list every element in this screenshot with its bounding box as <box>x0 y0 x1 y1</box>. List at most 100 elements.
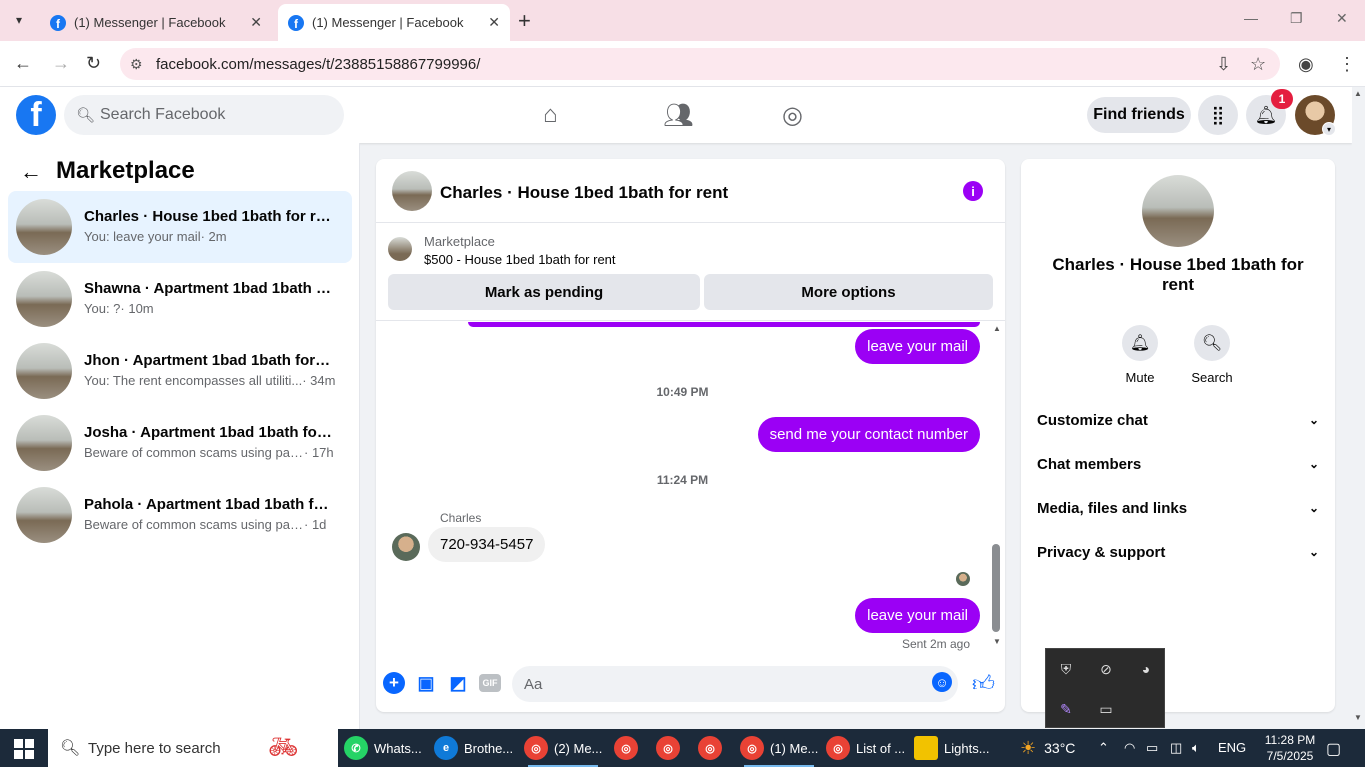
conversation-item[interactable]: Pahola · Apartment 1bad 1bath for... Bew… <box>8 479 352 551</box>
chat-members-section[interactable]: Chat members ⌄ <box>1037 446 1319 482</box>
chrome-icon: ◎ <box>826 736 850 760</box>
preview-time: · 17h <box>304 445 334 460</box>
message-input[interactable]: Aa <box>512 666 958 702</box>
browser-menu-icon[interactable]: ⋮ <box>1338 54 1356 75</box>
reload-button[interactable]: ↻ <box>86 53 101 74</box>
action-center-icon[interactable]: ▢ <box>1326 739 1341 759</box>
info-icon[interactable]: i <box>963 181 983 201</box>
friends-icon[interactable]: 👥︎ <box>663 101 693 130</box>
close-tab-icon[interactable]: ✕ <box>488 14 500 31</box>
taskbar-app-label: List of ... <box>856 740 906 756</box>
search-action[interactable]: 🔍︎ Search <box>1182 325 1242 385</box>
profile-icon[interactable]: ◉ <box>1298 54 1314 75</box>
conversation-item[interactable]: Shawna · Apartment 1bad 1bath fo... You:… <box>8 263 352 335</box>
emoji-icon[interactable]: ☺ <box>932 672 952 692</box>
windows-start-icon[interactable] <box>14 739 34 759</box>
taskbar-app-chrome[interactable]: ◎ List of ... <box>826 729 905 767</box>
volume-icon[interactable]: 🔈︎ <box>1192 740 1200 756</box>
outgoing-message[interactable]: send me your contact number <box>757 417 980 452</box>
bell-icon[interactable]: 🔔︎ <box>1122 325 1158 361</box>
sticker-icon[interactable]: ◩ <box>447 672 469 694</box>
back-button[interactable]: ← <box>14 53 32 74</box>
conversation-item[interactable]: Charles · House 1bed 1bath for rent You:… <box>8 191 352 263</box>
photo-attach-icon[interactable]: ▣ <box>415 672 437 694</box>
taskbar-app-chrome[interactable]: ◎ <box>698 729 728 767</box>
taskbar-app-edge[interactable]: e Brothe... <box>434 729 513 767</box>
outgoing-message[interactable]: leave your mail <box>855 329 980 364</box>
mute-action[interactable]: 🔔︎ Mute <box>1110 325 1170 385</box>
facebook-search-input[interactable]: 🔍︎ Search Facebook <box>64 95 344 135</box>
conversation-item[interactable]: Jhon · Apartment 1bad 1bath for r... You… <box>8 335 352 407</box>
home-icon[interactable]: ⌂ <box>543 101 558 129</box>
customize-chat-section[interactable]: Customize chat ⌄ <box>1037 402 1319 438</box>
sender-avatar[interactable] <box>392 533 420 561</box>
chat-avatar[interactable] <box>392 171 432 211</box>
url-input[interactable]: ⚙ facebook.com/messages/t/23885158867799… <box>120 48 1280 80</box>
taskbar-app-chrome[interactable]: ◎ <box>614 729 644 767</box>
scroll-up-icon[interactable]: ▲ <box>993 324 1001 333</box>
new-tab-button[interactable]: + <box>518 8 531 34</box>
more-actions-plus-icon[interactable]: + <box>383 672 405 694</box>
facebook-logo[interactable]: f <box>16 95 56 135</box>
chat-scrollbar[interactable]: ▲ ▼ <box>989 322 1003 654</box>
thumbs-up-icon[interactable]: 👍︎ <box>972 670 995 697</box>
back-arrow-icon[interactable]: ← <box>20 159 42 185</box>
search-icon[interactable]: 🔍︎ <box>1194 325 1230 361</box>
listing-thumbnail <box>16 271 72 327</box>
incoming-message[interactable]: 720-934-5457 <box>428 527 546 562</box>
conversation-preview: Beware of common scams using pay... · 1d <box>84 517 344 532</box>
privacy-support-section[interactable]: Privacy & support ⌄ <box>1037 534 1319 570</box>
battery-icon[interactable]: ▭ <box>1146 740 1158 756</box>
minimize-button[interactable]: — <box>1244 10 1258 26</box>
weather-sun-icon: ☀ <box>1020 737 1037 758</box>
tray-expand-icon[interactable]: ⌃ <box>1098 740 1109 756</box>
listing-title[interactable]: $500 - House 1bed 1bath for rent <box>424 252 616 267</box>
taskbar-search-input[interactable]: 🔍︎ Type here to search 🚲︎ <box>48 729 338 767</box>
taskbar-app-explorer[interactable]: Lights... <box>914 729 990 767</box>
gif-icon[interactable]: GIF <box>479 674 501 692</box>
site-info-icon[interactable]: ⚙ <box>130 56 143 73</box>
find-friends-button[interactable]: Find friends <box>1087 97 1191 133</box>
tab-search-button[interactable]: ▾ <box>6 8 32 32</box>
scrollbar-thumb[interactable] <box>992 544 1000 632</box>
close-window-button[interactable]: ✕ <box>1336 10 1348 27</box>
mark-pending-button[interactable]: Mark as pending <box>388 274 700 310</box>
conversation-avatar[interactable] <box>1142 175 1214 247</box>
scroll-down-icon[interactable]: ▼ <box>1354 713 1362 722</box>
taskbar-app-chrome[interactable]: ◎ <box>656 729 686 767</box>
taskbar-app-whatsapp[interactable]: ✆ Whats... <box>344 729 422 767</box>
hidden-display-icon[interactable]: ⊘ <box>1094 657 1118 681</box>
forward-button[interactable]: → <box>52 53 70 74</box>
outgoing-message[interactable]: leave your mail <box>855 598 980 633</box>
wifi-icon[interactable]: ◠ <box>1124 740 1135 756</box>
language-indicator[interactable]: ENG <box>1218 740 1246 755</box>
pen-icon[interactable]: ✎ <box>1054 697 1078 721</box>
restore-button[interactable]: ❐ <box>1290 10 1303 27</box>
browser-tab[interactable]: f (1) Messenger | Facebook ✕ <box>40 4 272 41</box>
groups-icon[interactable]: ◎ <box>782 101 803 130</box>
page-scrollbar[interactable]: ▲ ▼ <box>1352 87 1365 728</box>
taskbar-app-chrome[interactable]: ◎ (1) Me... <box>740 729 818 767</box>
color-wheel-icon[interactable]: ◕ <box>1134 657 1158 681</box>
browser-tab-active[interactable]: f (1) Messenger | Facebook ✕ <box>278 4 510 41</box>
facebook-header: f 🔍︎ Search Facebook ⌂ 👥︎ ◎ Find friends… <box>0 87 1352 143</box>
menu-grid-icon[interactable]: ⣿ <box>1198 95 1238 135</box>
scroll-down-icon[interactable]: ▼ <box>993 637 1001 646</box>
conversation-item[interactable]: Josha · Apartment 1bad 1bath for r... Be… <box>8 407 352 479</box>
listing-thumbnail[interactable] <box>388 237 412 261</box>
taskbar-clock[interactable]: 11:28 PM 7/5/2025 <box>1256 732 1324 764</box>
section-label: Privacy & support <box>1037 543 1166 561</box>
device-monitor-icon[interactable]: ▭ <box>1094 697 1118 721</box>
security-shield-icon[interactable]: ⛨ <box>1054 657 1078 681</box>
scroll-up-icon[interactable]: ▲ <box>1354 89 1362 98</box>
weather-widget[interactable]: ☀ 33°C <box>1020 729 1075 767</box>
media-files-links-section[interactable]: Media, files and links ⌄ <box>1037 490 1319 526</box>
meet-now-icon[interactable]: ◫ <box>1170 740 1182 756</box>
close-tab-icon[interactable]: ✕ <box>250 14 262 31</box>
more-options-button[interactable]: More options <box>704 274 993 310</box>
install-app-icon[interactable]: ⇩ <box>1216 54 1231 75</box>
chat-title[interactable]: Charles · House 1bed 1bath for rent <box>440 183 728 203</box>
bookmark-star-icon[interactable]: ☆ <box>1250 54 1266 75</box>
taskbar-app-chrome[interactable]: ◎ (2) Me... <box>524 729 602 767</box>
chevron-down-icon[interactable]: ▾ <box>1322 122 1336 136</box>
